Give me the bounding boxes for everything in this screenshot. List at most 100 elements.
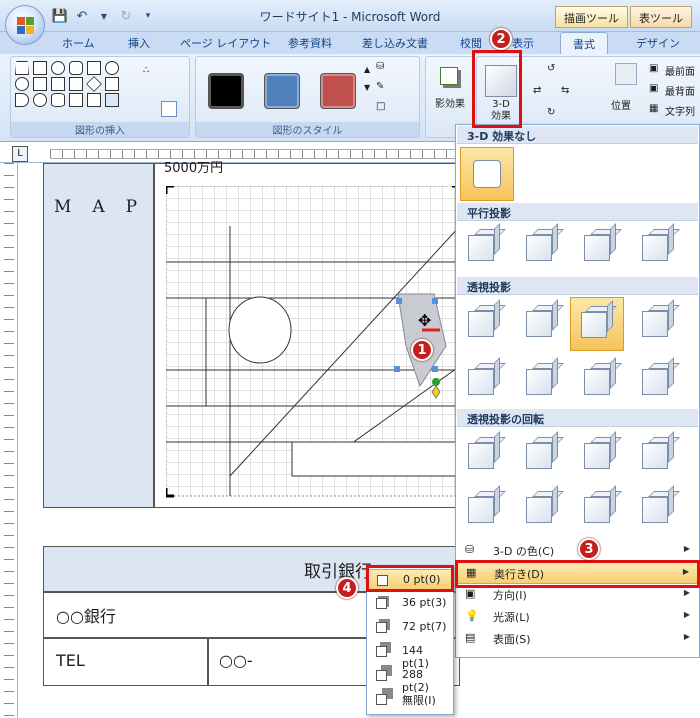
position-label[interactable]: 位置 (611, 97, 631, 112)
cross-shape-icon[interactable] (15, 77, 29, 91)
perspective-option-6[interactable] (522, 357, 564, 401)
flat-square-icon (473, 160, 501, 188)
hexagon-shape-icon[interactable] (51, 77, 65, 91)
send-back-icon[interactable]: ▣ (649, 83, 658, 94)
rotation-option-6[interactable] (522, 485, 564, 529)
circle-shape-icon[interactable] (33, 93, 47, 107)
parallel-option-1[interactable] (464, 223, 506, 267)
parallel-option-3[interactable] (580, 223, 622, 267)
tab-home[interactable]: ホーム (62, 35, 95, 51)
text-wrap-label[interactable]: 文字列 (665, 103, 695, 118)
callout-3: 3 (578, 538, 600, 560)
text-wrap-icon[interactable]: ▦ (649, 103, 658, 114)
style-gallery-down-icon[interactable]: ▼ (364, 83, 370, 92)
undo-icon[interactable]: ↶ (74, 8, 90, 24)
rotation-option-2[interactable] (522, 431, 564, 475)
no-3d-option[interactable] (460, 147, 514, 201)
edit-shape-icon[interactable]: ∴ (143, 65, 149, 76)
parallel-option-2[interactable] (522, 223, 564, 267)
rounded-rect-shape-icon[interactable] (69, 61, 83, 75)
tab-page-layout[interactable]: ページ レイアウト (180, 35, 271, 51)
tab-mailings[interactable]: 差し込み文書 (362, 35, 428, 51)
style-gallery-up-icon[interactable]: ▲ (364, 65, 370, 74)
change-shape-icon[interactable]: □ (376, 101, 385, 112)
bevel-shape-icon[interactable] (87, 93, 101, 107)
d-shape-icon[interactable] (15, 93, 29, 107)
rotation-option-7[interactable] (580, 485, 622, 529)
cube-shape-icon[interactable] (69, 93, 83, 107)
menu-surface[interactable]: ▤ 表面(S) ▶ (457, 628, 698, 650)
triangle-shape-icon[interactable] (69, 77, 83, 91)
perspective-option-4[interactable] (638, 299, 680, 343)
rotation-option-4[interactable] (638, 431, 680, 475)
redo-icon[interactable]: ↻ (118, 8, 134, 24)
style-black-swatch[interactable] (208, 73, 244, 109)
style-red-swatch[interactable] (320, 73, 356, 109)
submenu-arrow-icon: ▶ (683, 610, 690, 619)
perspective-option-7[interactable] (580, 357, 622, 401)
depth-72pt[interactable]: 72 pt(7) (368, 617, 452, 639)
rotation-option-1[interactable] (464, 431, 506, 475)
depth-36pt[interactable]: 36 pt(3) (368, 593, 452, 615)
light-bulb-icon: 💡 (465, 609, 479, 622)
more-shapes-icon[interactable] (105, 93, 119, 107)
tab-view[interactable]: 表示 (512, 35, 534, 51)
diamond-shape-icon[interactable] (86, 76, 102, 92)
section-parallel: 平行投影 (457, 203, 698, 221)
shape-fill-icon[interactable]: ⛁ (376, 61, 384, 72)
depth-infinite[interactable]: 無限(I) (368, 689, 452, 711)
depth-36-label: 36 pt(3) (402, 596, 447, 609)
customize-qat-icon[interactable]: ▾ (140, 8, 156, 24)
depth-288pt[interactable]: 288 pt(2) (368, 665, 452, 694)
text-box-icon[interactable] (161, 101, 177, 117)
perspective-option-5[interactable] (464, 357, 506, 401)
tab-review[interactable]: 校閲 (460, 35, 482, 51)
tilt-left-icon[interactable]: ⇄ (533, 85, 541, 96)
perspective-option-3-selected[interactable] (570, 297, 624, 351)
perspective-option-1[interactable] (464, 299, 506, 343)
frame-shape-icon[interactable] (87, 61, 101, 75)
parallel-option-4[interactable] (638, 223, 680, 267)
shadow-effects-icon[interactable] (440, 67, 458, 85)
surface-icon: ▤ (465, 631, 476, 644)
paint-bucket-icon: ⛁ (465, 543, 475, 556)
send-back-label[interactable]: 最背面 (665, 83, 695, 98)
rotation-option-5[interactable] (464, 485, 506, 529)
rotation-option-8[interactable] (638, 485, 680, 529)
tilt-right-icon[interactable]: ⇆ (561, 85, 569, 96)
tab-insert[interactable]: 挿入 (128, 35, 150, 51)
tab-design[interactable]: デザイン (636, 35, 680, 51)
trapezoid-shape-icon[interactable] (15, 61, 29, 75)
depth-144pt[interactable]: 144 pt(1) (368, 641, 452, 670)
oval-shape-icon[interactable] (51, 61, 65, 75)
tab-selector-icon[interactable]: L (12, 146, 28, 162)
tab-format[interactable]: 書式 (560, 32, 608, 54)
style-blue-swatch[interactable] (264, 73, 300, 109)
shape-styles-group: ▲ ▼ ⛁ ✎ □ 図形のスタイル (195, 56, 420, 138)
bring-front-label[interactable]: 最前面 (665, 63, 695, 78)
undo-dropdown-icon[interactable]: ▼ (96, 8, 112, 24)
table-tools-label: 表ツール (630, 6, 692, 28)
tilt-down-icon[interactable]: ↻ (547, 107, 555, 118)
office-button[interactable] (5, 5, 45, 45)
tab-references[interactable]: 参考資料 (288, 35, 332, 51)
callout-4: 4 (336, 577, 358, 599)
bring-front-icon[interactable]: ▣ (649, 63, 658, 74)
perspective-option-8[interactable] (638, 357, 680, 401)
tel-label-cell[interactable]: TEL (43, 638, 208, 686)
shape-outline-icon[interactable]: ✎ (376, 81, 384, 92)
menu-lighting[interactable]: 💡 光源(L) ▶ (457, 606, 698, 628)
octagon-shape-icon[interactable] (105, 77, 119, 91)
no-symbol-shape-icon[interactable] (105, 61, 119, 75)
can-shape-icon[interactable] (51, 93, 65, 107)
perspective-option-2[interactable] (522, 299, 564, 343)
shapes-gallery[interactable] (15, 61, 121, 107)
pentagon-shape-icon[interactable] (33, 61, 47, 75)
tilt-up-icon[interactable]: ↺ (547, 63, 555, 74)
save-icon[interactable]: 💾 (52, 8, 68, 24)
shadow-effects-label[interactable]: 影効果 (428, 95, 472, 110)
position-icon[interactable] (615, 63, 637, 85)
bank-header: 取引銀行 (304, 562, 372, 582)
rotation-option-3[interactable] (580, 431, 622, 475)
plus-shape-icon[interactable] (33, 77, 47, 91)
